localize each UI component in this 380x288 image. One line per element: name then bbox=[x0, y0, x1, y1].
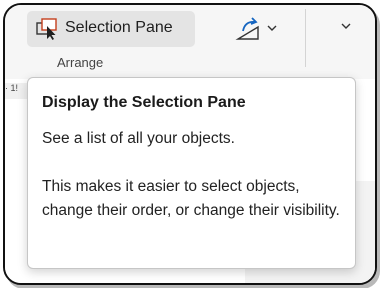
tooltip-line: See a list of all your objects. bbox=[42, 130, 235, 147]
tooltip: Display the Selection Pane See a list of… bbox=[27, 77, 356, 269]
selection-pane-icon bbox=[36, 18, 57, 40]
selection-pane-label: Selection Pane bbox=[65, 19, 173, 36]
rotate-icon bbox=[235, 17, 259, 40]
ribbon: Selection Pane Arrange bbox=[5, 5, 375, 79]
ruler-label: · 1! bbox=[5, 83, 19, 93]
selection-pane-button[interactable]: Selection Pane bbox=[27, 11, 195, 47]
tooltip-title: Display the Selection Pane bbox=[42, 94, 246, 111]
tooltip-line: This makes it easier to select objects, … bbox=[42, 178, 340, 219]
window-frame: Selection Pane Arrange · 1! Display the … bbox=[3, 3, 377, 285]
chevron-down-icon bbox=[267, 25, 277, 31]
tooltip-body: See a list of all your objects. This mak… bbox=[42, 127, 342, 223]
group-label-arrange: Arrange bbox=[57, 55, 104, 70]
chevron-down-icon[interactable] bbox=[341, 21, 351, 31]
ribbon-separator bbox=[305, 9, 306, 67]
rotate-button[interactable] bbox=[231, 13, 285, 45]
